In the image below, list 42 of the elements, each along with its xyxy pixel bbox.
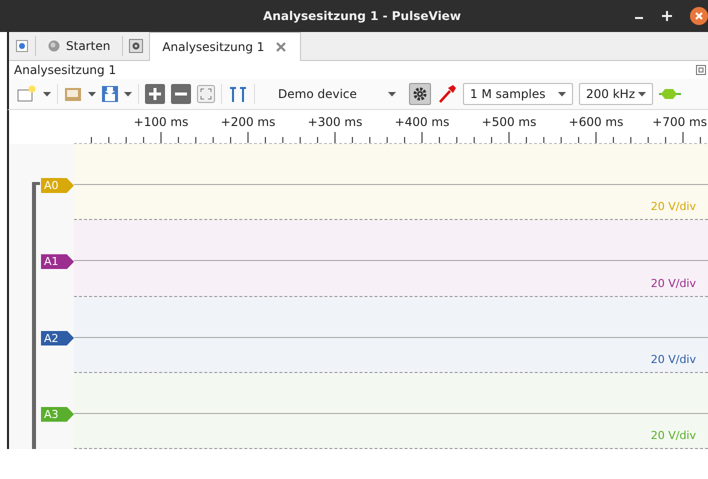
session-title: Analysesitzung 1 <box>14 63 116 77</box>
zoom-out-icon[interactable] <box>171 84 191 104</box>
caret-icon[interactable] <box>43 92 51 96</box>
time-label: +100 ms <box>134 115 188 129</box>
channel-label[interactable]: A1 <box>41 254 74 270</box>
sample-count-selector[interactable]: 1 M samples <box>463 83 573 105</box>
time-label: +700 ms <box>652 115 707 129</box>
zoom-fit-icon[interactable] <box>197 85 215 103</box>
circle-icon <box>48 40 60 52</box>
new-file-icon[interactable] <box>17 85 37 103</box>
group-bracket[interactable] <box>31 182 41 449</box>
cursor-icon[interactable] <box>228 85 248 103</box>
samplerate-selector[interactable]: 200 kHz <box>579 83 653 105</box>
session-tab[interactable]: Analysesitzung 1 <box>149 32 302 61</box>
time-label: +300 ms <box>308 115 362 129</box>
time-label: +600 ms <box>568 115 624 129</box>
caret-icon[interactable] <box>124 92 132 96</box>
caret-icon[interactable] <box>388 92 396 96</box>
device-settings-button[interactable] <box>409 83 431 105</box>
window-title: Analysesitzung 1 - PulseView <box>262 9 462 23</box>
scale-label: 20 V/div <box>650 429 697 444</box>
maximize-icon[interactable] <box>662 11 672 21</box>
scale-label: 20 V/div <box>650 200 697 216</box>
device-selector[interactable]: Demo device <box>261 83 403 105</box>
time-label: +200 ms <box>220 115 276 129</box>
time-label: +400 ms <box>394 115 450 129</box>
close-icon[interactable] <box>690 7 708 25</box>
zoom-in-icon[interactable] <box>145 84 165 104</box>
new-session-icon[interactable] <box>15 39 29 53</box>
caret-icon[interactable] <box>638 92 646 96</box>
float-icon[interactable] <box>696 65 706 75</box>
caret-icon[interactable] <box>88 92 96 96</box>
settings-icon[interactable] <box>129 39 144 53</box>
session-tab[interactable]: Starten <box>36 32 122 60</box>
time-label: +500 ms <box>482 115 536 129</box>
probe-icon[interactable] <box>437 84 457 104</box>
scale-label: 20 V/div <box>650 276 697 292</box>
scale-label: 20 V/div <box>650 352 697 368</box>
caret-icon[interactable] <box>558 92 566 96</box>
settings-icon <box>413 87 427 101</box>
save-icon[interactable] <box>102 85 118 103</box>
channel-label[interactable]: A2 <box>41 330 74 346</box>
